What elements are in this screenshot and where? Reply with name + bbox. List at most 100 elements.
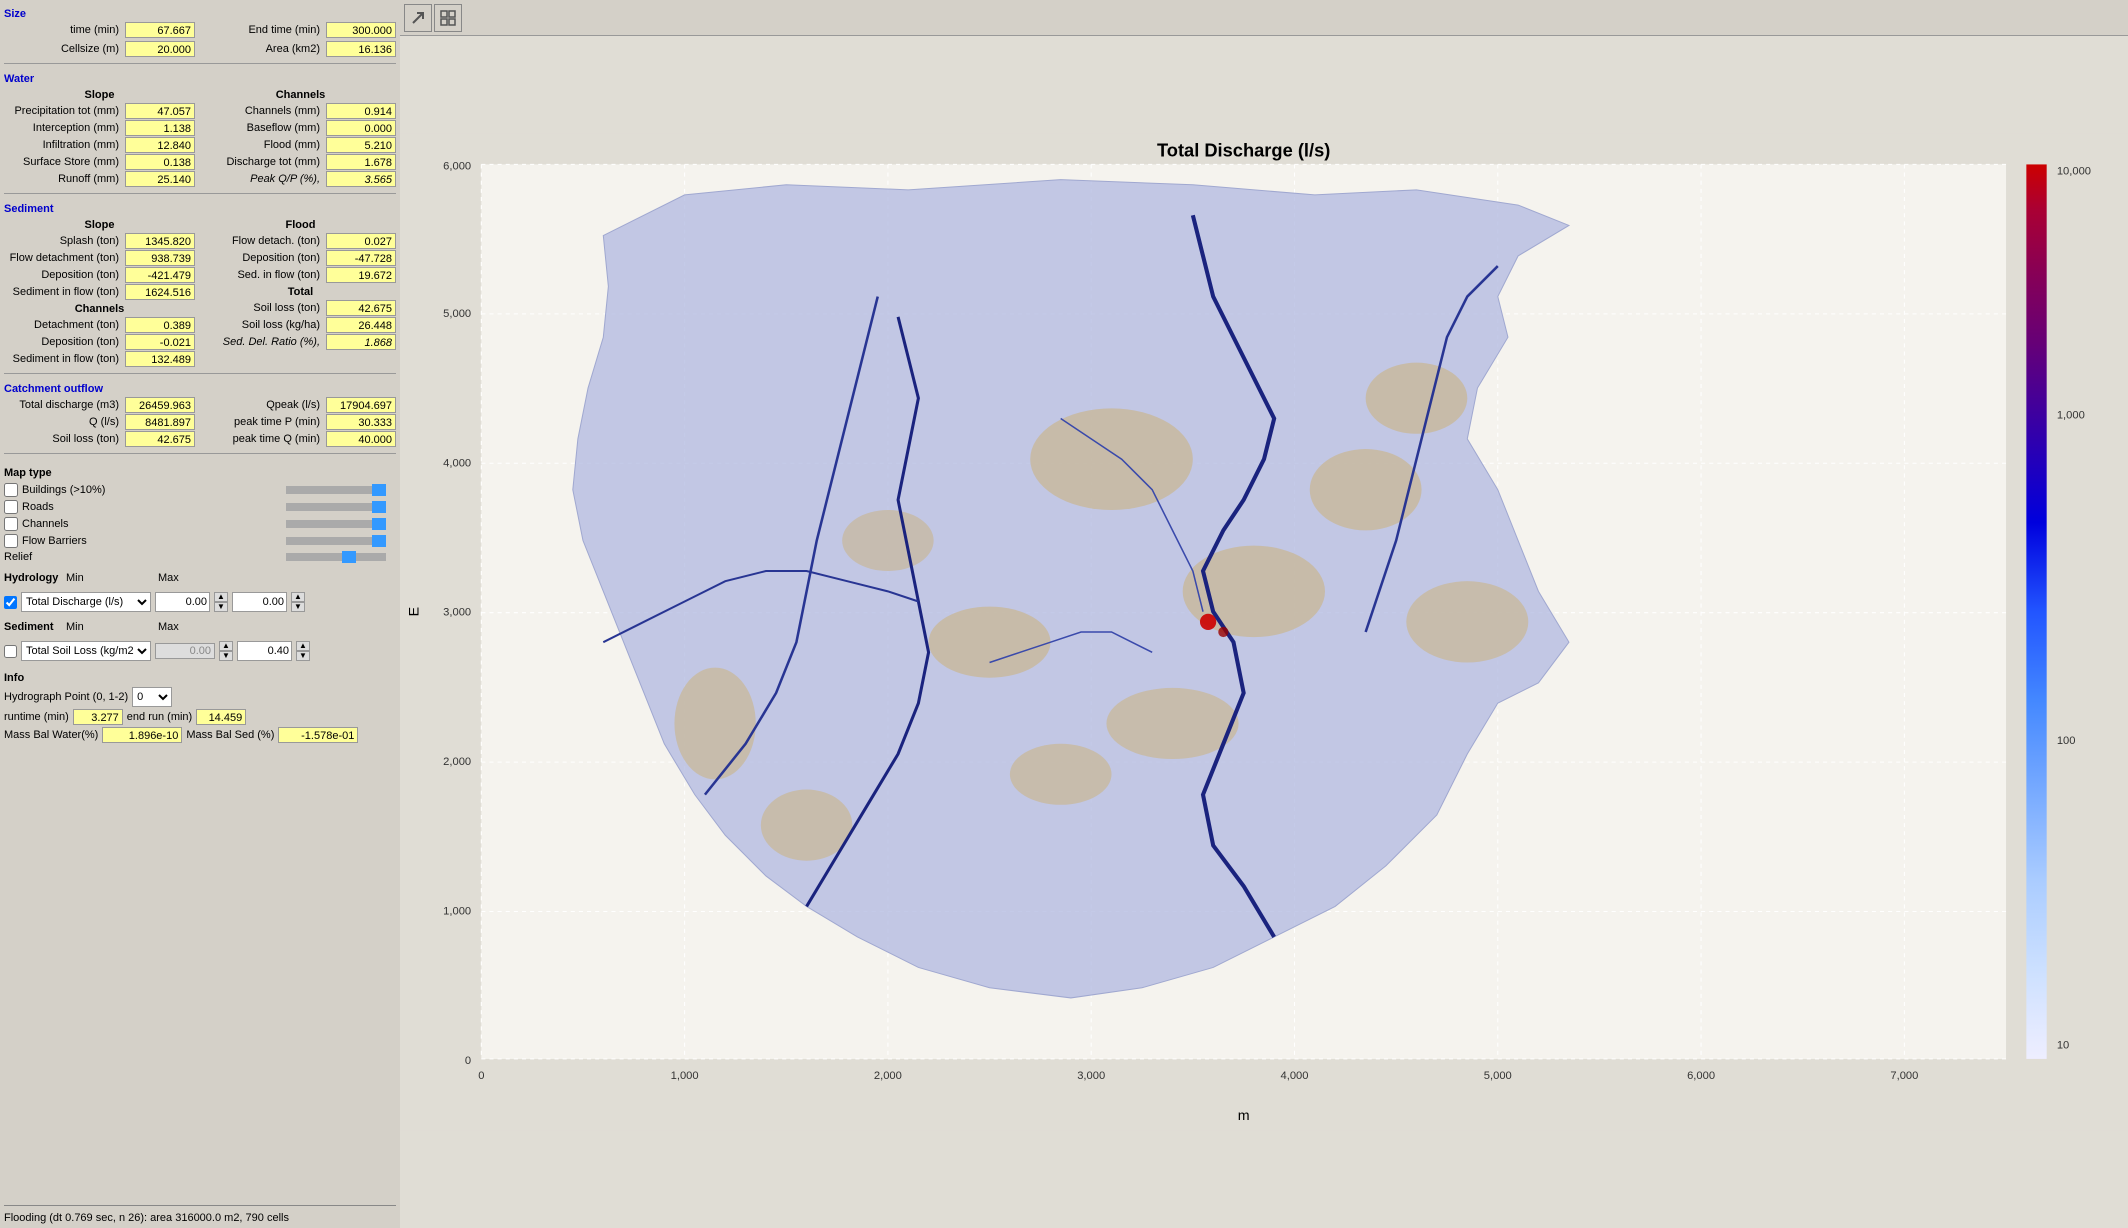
- land-patch-9: [1366, 363, 1468, 434]
- hydrology-max-input[interactable]: [232, 592, 287, 612]
- mass-bal-sed-label: Mass Bal Sed (%): [186, 729, 274, 741]
- end-time-label: End time (min): [205, 24, 324, 36]
- time-value: 67.667: [125, 22, 195, 38]
- hydro-point-select[interactable]: 0: [132, 687, 172, 707]
- land-patch-5: [1010, 744, 1112, 805]
- sediment-section: Sediment Slope Splash (ton) 1345.820 Flo…: [4, 199, 396, 368]
- y-tick-1000: 1,000: [443, 906, 471, 918]
- legend-10000: 10,000: [2057, 166, 2091, 178]
- land-patch-10: [1406, 581, 1528, 662]
- buildings-checkbox[interactable]: [4, 483, 18, 497]
- hydrology-title: Hydrology: [4, 572, 64, 584]
- sediment-min-spin[interactable]: ▲▼: [219, 641, 233, 661]
- y-tick-3000: 3,000: [443, 607, 471, 619]
- hydrology-min-input[interactable]: [155, 592, 210, 612]
- hotspot-2: [1218, 627, 1228, 637]
- roads-checkbox[interactable]: [4, 500, 18, 514]
- time-label: time (min): [4, 24, 123, 36]
- channels-checkbox[interactable]: [4, 517, 18, 531]
- sediment-dropdown[interactable]: Total Soil Loss (kg/m2: [21, 641, 151, 661]
- sediment-max-input[interactable]: [237, 641, 292, 661]
- water-section: Water Slope Precipitation tot (mm) 47.05…: [4, 69, 396, 188]
- map-container[interactable]: Total Discharge (l/s) E m 0 1,000 2,000 …: [400, 36, 2128, 1228]
- mass-bal-sed-value: -1.578e-01: [278, 727, 358, 743]
- flood-mm-row: Flood (mm) 5.210: [205, 137, 396, 153]
- infiltration-row: Infiltration (mm) 12.840: [4, 137, 195, 153]
- map-type-section: Map type Buildings (>10%) Roads Channels…: [4, 467, 396, 566]
- relief-row: Relief: [4, 551, 396, 563]
- precip-value: 47.057: [125, 103, 195, 119]
- roads-label: Roads: [22, 501, 54, 513]
- flow-barriers-label: Flow Barriers: [22, 535, 87, 547]
- sed-slope-title: Slope: [4, 219, 195, 231]
- x-tick-5000: 5,000: [1484, 1070, 1512, 1082]
- toolbar-button-2[interactable]: [434, 4, 462, 32]
- roads-row: Roads: [4, 500, 396, 514]
- x-tick-0: 0: [478, 1070, 484, 1082]
- land-patch-1: [1030, 408, 1193, 510]
- y-tick-2000: 2,000: [443, 756, 471, 768]
- map-type-title: Map type: [4, 467, 396, 479]
- peak-qp-row: Peak Q/P (%), 3.565: [205, 171, 396, 187]
- sediment-min-input: [155, 643, 215, 659]
- cellsize-value: 20.000: [125, 41, 195, 57]
- legend-10: 10: [2057, 1040, 2069, 1052]
- interception-label: Interception (mm): [4, 122, 123, 134]
- sediment-max-spin[interactable]: ▲▼: [296, 641, 310, 661]
- sediment-title: Sediment: [4, 203, 396, 215]
- runoff-label: Runoff (mm): [4, 173, 123, 185]
- runtime-row: runtime (min) 3.277 end run (min) 14.459: [4, 709, 396, 725]
- flow-barriers-checkbox[interactable]: [4, 534, 18, 548]
- discharge-tot-row: Discharge tot (mm) 1.678: [205, 154, 396, 170]
- color-legend-bar: [2026, 164, 2046, 1058]
- buildings-label: Buildings (>10%): [22, 484, 105, 496]
- toolbar-button-1[interactable]: [404, 4, 432, 32]
- info-title: Info: [4, 672, 396, 684]
- channels-mm-row: Channels (mm) 0.914: [205, 103, 396, 119]
- end-run-value: 14.459: [196, 709, 246, 725]
- area-row: Area (km2) 16.136: [205, 41, 396, 57]
- end-time-row: End time (min) 300.000: [205, 22, 396, 38]
- channels-mm-label: Channels (mm): [205, 105, 324, 117]
- sediment-map-title: Sediment: [4, 621, 64, 633]
- map-svg: Total Discharge (l/s) E m 0 1,000 2,000 …: [400, 36, 2128, 1228]
- precip-row: Precipitation tot (mm) 47.057: [4, 103, 195, 119]
- cellsize-label: Cellsize (m): [4, 43, 123, 55]
- cellsize-row: Cellsize (m) 20.000: [4, 41, 195, 57]
- interception-value: 1.138: [125, 120, 195, 136]
- sediment-checkbox[interactable]: [4, 645, 17, 658]
- hydrology-dropdown[interactable]: Total Discharge (l/s): [21, 592, 151, 612]
- channels-mm-value: 0.914: [326, 103, 396, 119]
- runtime-value: 3.277: [73, 709, 123, 725]
- runoff-value: 25.140: [125, 171, 195, 187]
- hydrology-min-spin[interactable]: ▲▼: [214, 592, 228, 612]
- x-tick-6000: 6,000: [1687, 1070, 1715, 1082]
- catchment-title: Catchment outflow: [4, 383, 396, 395]
- left-panel: Size time (min) 67.667 End time (min) 30…: [0, 0, 400, 1228]
- x-tick-7000: 7,000: [1890, 1070, 1918, 1082]
- buildings-row: Buildings (>10%): [4, 483, 396, 497]
- catchment-section: Catchment outflow Total discharge (m3) 2…: [4, 379, 396, 448]
- land-patch-6: [1106, 688, 1238, 759]
- mass-bal-water-label: Mass Bal Water(%): [4, 729, 98, 741]
- interception-row: Interception (mm) 1.138: [4, 120, 195, 136]
- land-patch-11: [842, 510, 933, 571]
- baseflow-label: Baseflow (mm): [205, 122, 324, 134]
- hydrology-checkbox[interactable]: [4, 596, 17, 609]
- hydro-point-label: Hydrograph Point (0, 1-2): [4, 691, 128, 703]
- y-axis-label: E: [406, 607, 422, 616]
- end-time-value: 300.000: [326, 22, 396, 38]
- end-run-label: end run (min): [127, 711, 192, 723]
- hydrology-controls: Total Discharge (l/s) ▲▼ ▲▼: [4, 592, 396, 612]
- runoff-row: Runoff (mm) 25.140: [4, 171, 195, 187]
- hydrology-min-label: Min: [66, 572, 96, 584]
- hydrology-max-spin[interactable]: ▲▼: [291, 592, 305, 612]
- sediment-min-label: Min: [66, 621, 96, 633]
- toolbar: [400, 0, 2128, 36]
- status-text: Flooding (dt 0.769 sec, n 26): area 3160…: [4, 1212, 289, 1224]
- surface-store-label: Surface Store (mm): [4, 156, 123, 168]
- surface-store-row: Surface Store (mm) 0.138: [4, 154, 195, 170]
- mass-bal-row: Mass Bal Water(%) 1.896e-10 Mass Bal Sed…: [4, 727, 396, 743]
- baseflow-row: Baseflow (mm) 0.000: [205, 120, 396, 136]
- surface-store-value: 0.138: [125, 154, 195, 170]
